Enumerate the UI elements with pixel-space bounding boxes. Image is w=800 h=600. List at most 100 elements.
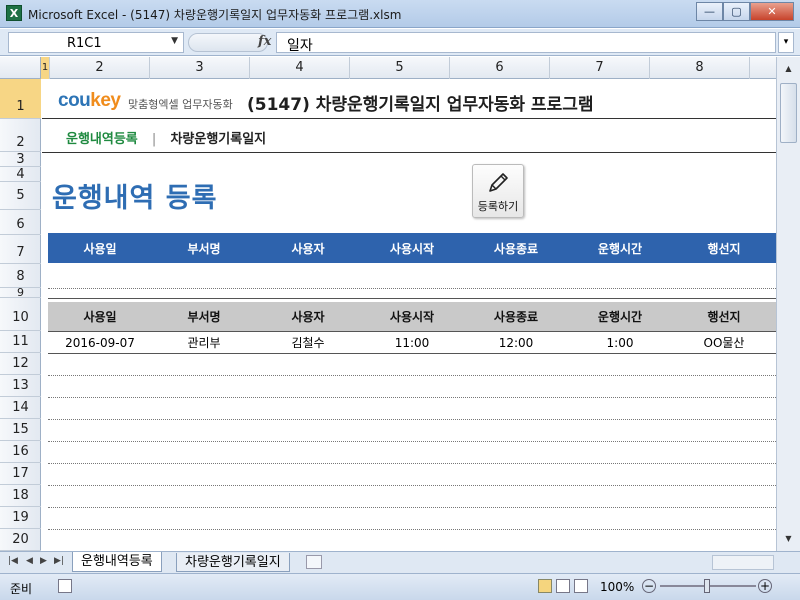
- sheet-tab-active[interactable]: 운행내역등록: [72, 552, 162, 572]
- cell-user: 김철수: [291, 336, 325, 350]
- logo-accent: key: [90, 90, 121, 111]
- cell-start: 11:00: [394, 335, 430, 350]
- input-row[interactable]: [48, 263, 776, 289]
- row-header[interactable]: 7: [0, 235, 41, 264]
- insert-function-icon[interactable]: fx: [258, 34, 271, 49]
- header-cell: 사용종료: [493, 241, 539, 256]
- table-row[interactable]: [48, 530, 776, 551]
- register-button-label: 등록하기: [477, 200, 519, 213]
- table-row[interactable]: 2016-09-07 관리부 김철수 11:00 12:00 1:00 OO물산: [48, 332, 776, 354]
- insert-sheet-icon[interactable]: [306, 555, 322, 569]
- header-cell: 사용자: [291, 241, 325, 256]
- cell-department: 관리부: [187, 336, 221, 350]
- cell-date: 2016-09-07: [65, 335, 135, 350]
- table-row[interactable]: [48, 442, 776, 464]
- column-header[interactable]: 5: [350, 57, 450, 79]
- column-header[interactable]: 2: [50, 57, 150, 79]
- header-cell: 사용종료: [493, 310, 539, 324]
- header-cell: 부서명: [187, 241, 221, 256]
- macro-record-icon[interactable]: [58, 579, 72, 593]
- input-table-header: 사용일 부서명 사용자 사용시작 사용종료 운행시간 행선지: [48, 233, 776, 263]
- table-row[interactable]: [48, 486, 776, 508]
- page-break-icon[interactable]: [574, 579, 588, 593]
- expand-formula-icon[interactable]: ▾: [778, 32, 794, 53]
- row-header[interactable]: 8: [0, 264, 41, 288]
- nav-link-log[interactable]: 차량운행기록일지: [170, 132, 266, 147]
- page-layout-icon[interactable]: [556, 579, 570, 593]
- row-header[interactable]: 2: [0, 119, 41, 152]
- formula-value: 일자: [287, 38, 313, 54]
- row-header[interactable]: 12: [0, 353, 41, 375]
- normal-view-icon[interactable]: [538, 579, 552, 593]
- table-row[interactable]: [48, 398, 776, 420]
- row-header[interactable]: 1: [0, 79, 41, 119]
- restore-button[interactable]: ▢: [723, 2, 750, 21]
- column-header[interactable]: 4: [250, 57, 350, 79]
- name-box[interactable]: R1C1 ▼: [8, 32, 184, 53]
- table-row[interactable]: [48, 420, 776, 442]
- header-cell: 사용시작: [389, 241, 435, 256]
- input-row-spacer: [48, 291, 776, 299]
- scroll-down-icon[interactable]: ▼: [780, 531, 797, 547]
- minimize-button[interactable]: —: [696, 2, 723, 21]
- column-header[interactable]: 6: [450, 57, 550, 79]
- tab-nav-prev-icon[interactable]: ◀: [26, 556, 33, 566]
- row-header[interactable]: 3: [0, 152, 41, 167]
- header-cell: 사용시작: [389, 310, 435, 324]
- name-box-value: R1C1: [67, 36, 102, 51]
- header-cell: 사용자: [291, 310, 325, 324]
- row-header[interactable]: 13: [0, 375, 41, 397]
- scroll-up-icon[interactable]: ▲: [780, 61, 797, 77]
- column-header[interactable]: 1: [41, 57, 50, 79]
- tab-nav-last-icon[interactable]: ▶|: [54, 556, 64, 566]
- table-row[interactable]: [48, 354, 776, 376]
- nav-link-current[interactable]: 운행내역등록: [66, 132, 138, 147]
- header-cell: 사용일: [83, 310, 117, 324]
- worksheet[interactable]: coukey 맞춤형엑셀 업무자동화 (5147) 차량운행기록일지 업무자동화…: [42, 80, 776, 551]
- close-button[interactable]: ✕: [750, 2, 794, 21]
- nav-separator: |: [151, 132, 157, 147]
- row-header[interactable]: 20: [0, 529, 41, 551]
- zoom-level[interactable]: 100%: [600, 580, 634, 594]
- scroll-thumb[interactable]: [780, 83, 797, 143]
- row-header[interactable]: 16: [0, 441, 41, 463]
- row-header[interactable]: 4: [0, 167, 41, 182]
- pencil-icon: [489, 173, 508, 192]
- select-all-corner[interactable]: [0, 57, 41, 79]
- table-row[interactable]: [48, 464, 776, 486]
- row-header[interactable]: 15: [0, 419, 41, 441]
- row-header[interactable]: 19: [0, 507, 41, 529]
- status-bar: 준비 100% − +: [0, 573, 800, 600]
- row-header[interactable]: 11: [0, 331, 41, 353]
- row-header[interactable]: 6: [0, 210, 41, 235]
- table-row[interactable]: [48, 376, 776, 398]
- title-bar: X Microsoft Excel - (5147) 차량운행기록일지 업무자동…: [0, 0, 800, 28]
- horizontal-scrollbar[interactable]: [712, 555, 774, 570]
- table-row[interactable]: [48, 508, 776, 530]
- tab-nav-next-icon[interactable]: ▶: [40, 556, 47, 566]
- row-header[interactable]: 14: [0, 397, 41, 419]
- column-header[interactable]: 7: [550, 57, 650, 79]
- zoom-out-icon[interactable]: −: [642, 579, 656, 593]
- zoom-slider-thumb[interactable]: [704, 579, 710, 593]
- sheet-tab[interactable]: 차량운행기록일지: [176, 553, 290, 572]
- logo-main: cou: [58, 90, 91, 111]
- column-header[interactable]: 3: [150, 57, 250, 79]
- vertical-scrollbar[interactable]: ▲ ▼: [776, 57, 800, 551]
- column-headers: 1 2 3 4 5 6 7 8: [0, 57, 776, 79]
- formula-input[interactable]: 일자: [276, 32, 776, 54]
- excel-icon: X: [6, 5, 22, 21]
- row-header[interactable]: 9: [0, 287, 41, 298]
- row-header[interactable]: 18: [0, 485, 41, 507]
- row-header[interactable]: 5: [0, 182, 41, 210]
- document-title: (5147) 차량운행기록일지 업무자동화 프로그램: [247, 95, 594, 115]
- column-header[interactable]: 8: [650, 57, 750, 79]
- row-header[interactable]: 10: [0, 298, 41, 331]
- register-button[interactable]: 등록하기: [472, 164, 524, 218]
- zoom-in-icon[interactable]: +: [758, 579, 772, 593]
- chevron-down-icon[interactable]: ▼: [171, 36, 178, 46]
- header-cell: 운행시간: [597, 310, 643, 324]
- divider: [42, 152, 776, 153]
- row-header[interactable]: 17: [0, 463, 41, 485]
- tab-nav-first-icon[interactable]: |◀: [8, 556, 18, 566]
